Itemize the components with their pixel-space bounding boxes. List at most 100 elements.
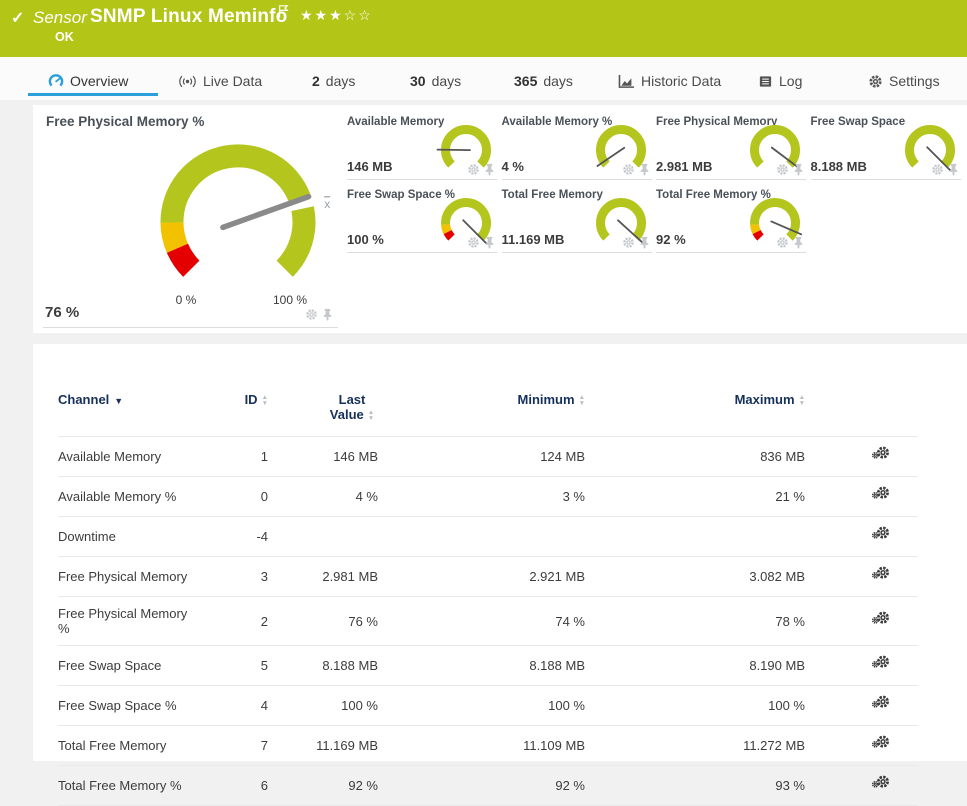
cell-maximum: 93 %: [775, 778, 805, 793]
channel-settings-icon[interactable]: [872, 655, 890, 673]
gauge-pin-icon[interactable]: [639, 236, 650, 249]
tab-log[interactable]: Log: [758, 68, 802, 94]
tab-days[interactable]: 365 days: [514, 68, 573, 94]
tab-label: days: [543, 73, 573, 89]
divider: [347, 179, 497, 180]
cell-last-value: [268, 517, 378, 557]
tab-days[interactable]: 30 days: [410, 68, 461, 94]
column-header-min[interactable]: Minimum ▲ ▼: [378, 384, 586, 437]
column-header-id[interactable]: ID ▲ ▼: [198, 384, 268, 437]
tab-overview[interactable]: Overview: [48, 68, 128, 94]
gauge-settings-gear-icon[interactable]: [776, 163, 789, 176]
channel-settings-icon[interactable]: [872, 526, 890, 544]
cell-channel: Free Physical Memory: [58, 569, 188, 584]
cell-maximum: 3.082 MB: [749, 569, 805, 584]
cell-id: 4: [260, 698, 268, 713]
gauge-settings-gear-icon[interactable]: [622, 236, 635, 249]
sort-icon: ▲ ▼: [578, 393, 585, 407]
svg-text:x: x: [324, 197, 330, 211]
cell-last-value: 8.188 MB: [322, 658, 378, 673]
channel-settings-icon[interactable]: [872, 611, 890, 629]
channel-settings-icon[interactable]: [872, 446, 890, 464]
cell-maximum: 8.190 MB: [749, 658, 805, 673]
mini-gauge-value: 8.188 MB: [810, 159, 867, 174]
gauge-pin-icon[interactable]: [639, 163, 650, 176]
sensor-header: ✓ Sensor SNMP Linux Meminfo ★★★☆☆ OK: [0, 0, 967, 57]
main-gauge-max-label: 100 %: [272, 293, 308, 307]
tab-historic-data[interactable]: Historic Data: [618, 68, 721, 94]
cell-maximum: [585, 517, 805, 557]
sort-icon: ▲ ▼: [367, 408, 375, 422]
cell-channel: Total Free Memory: [58, 738, 167, 753]
gauge-pin-icon[interactable]: [484, 163, 495, 176]
tab-number: 2: [312, 73, 320, 89]
cell-channel: Available Memory: [58, 449, 162, 464]
main-gauge-min-label: 0 %: [175, 293, 197, 307]
cell-id: 6: [260, 778, 268, 793]
mini-gauge-title: Total Free Memory: [501, 189, 603, 201]
mini-gauge-value: 92 %: [656, 232, 686, 247]
cell-minimum: 74 %: [555, 613, 585, 629]
divider: [656, 179, 806, 180]
tab-label: Settings: [889, 73, 940, 89]
column-header-channel[interactable]: Channel ▼: [58, 384, 198, 437]
cell-id: 7: [260, 738, 268, 753]
tab-settings[interactable]: Settings: [868, 68, 940, 94]
gauge-settings-gear-icon[interactable]: [467, 236, 480, 249]
channel-settings-icon[interactable]: [872, 566, 890, 584]
chart-icon: [618, 74, 635, 89]
gauge-settings-gear-icon[interactable]: [776, 236, 789, 249]
cell-last-value: 76 %: [348, 613, 378, 629]
mini-gauge: Total Free Memory % 92 %: [656, 186, 806, 253]
mini-gauge-value: 146 MB: [347, 159, 393, 174]
cell-minimum: 2.921 MB: [529, 569, 585, 584]
table-row: Available Memory % 0 4 % 3 % 21 %: [58, 476, 918, 517]
tab-label: Log: [779, 73, 803, 89]
object-kind-label: Sensor: [33, 8, 87, 27]
channel-settings-icon[interactable]: [872, 775, 890, 793]
mini-gauge-title: Available Memory: [347, 116, 445, 128]
log-icon: [758, 74, 773, 89]
tab-days[interactable]: 2 days: [312, 68, 355, 94]
cell-last-value: 11.169 MB: [316, 738, 378, 753]
channel-settings-icon[interactable]: [872, 695, 890, 713]
column-header-max[interactable]: Maximum ▲ ▼: [585, 384, 805, 437]
table-row: Free Swap Space % 4 100 % 100 % 100 %: [58, 685, 918, 726]
cell-minimum: 100 %: [548, 698, 585, 713]
gauge-settings-gear-icon[interactable]: [622, 163, 635, 176]
column-label: ID: [244, 392, 258, 407]
gauge-pin-icon[interactable]: [793, 163, 804, 176]
column-header-last[interactable]: Last Value ▲ ▼: [268, 384, 378, 437]
cell-id: 2: [260, 613, 268, 629]
mini-gauges-grid: Available Memory 146 MB Available Memory %…: [347, 113, 967, 263]
main-gauge: Free Physical Memory % x 0 % 100 % 76 %: [33, 105, 353, 333]
gauge-settings-gear-icon[interactable]: [931, 163, 944, 176]
gauge-pin-icon[interactable]: [948, 163, 959, 176]
divider: [43, 327, 338, 328]
broadcast-icon: [178, 74, 197, 89]
divider: [501, 179, 652, 180]
gauge-settings-gear-icon[interactable]: [305, 308, 318, 321]
gauge-pin-icon[interactable]: [484, 236, 495, 249]
gauge-settings-gear-icon[interactable]: [467, 163, 480, 176]
cell-id: 0: [260, 489, 268, 504]
channel-settings-icon[interactable]: [872, 486, 890, 504]
cell-last-value: 4 %: [355, 489, 378, 504]
tab-live-data[interactable]: Live Data: [178, 68, 262, 94]
sort-icon: ▲ ▼: [261, 393, 268, 407]
priority-stars[interactable]: ★★★☆☆: [300, 7, 373, 24]
gauge-pin-icon[interactable]: [322, 308, 333, 321]
table-row: Downtime -4: [58, 516, 918, 557]
column-label: Maximum: [734, 392, 795, 407]
mini-gauge-value: 2.981 MB: [656, 159, 713, 174]
cell-minimum: [378, 517, 585, 557]
main-gauge-value: 76 %: [45, 304, 80, 321]
channel-settings-icon[interactable]: [872, 735, 890, 753]
cell-minimum: 3 %: [562, 489, 585, 504]
gauge-pin-icon[interactable]: [793, 236, 804, 249]
table-row: Available Memory 1 146 MB 124 MB 836 MB: [58, 436, 918, 477]
tab-label: Overview: [70, 73, 129, 89]
sort-desc-icon: ▼: [114, 396, 124, 406]
cell-maximum: 100 %: [768, 698, 805, 713]
table-row: Free Physical Memory 3 2.981 MB 2.921 MB 3.0…: [58, 556, 918, 597]
